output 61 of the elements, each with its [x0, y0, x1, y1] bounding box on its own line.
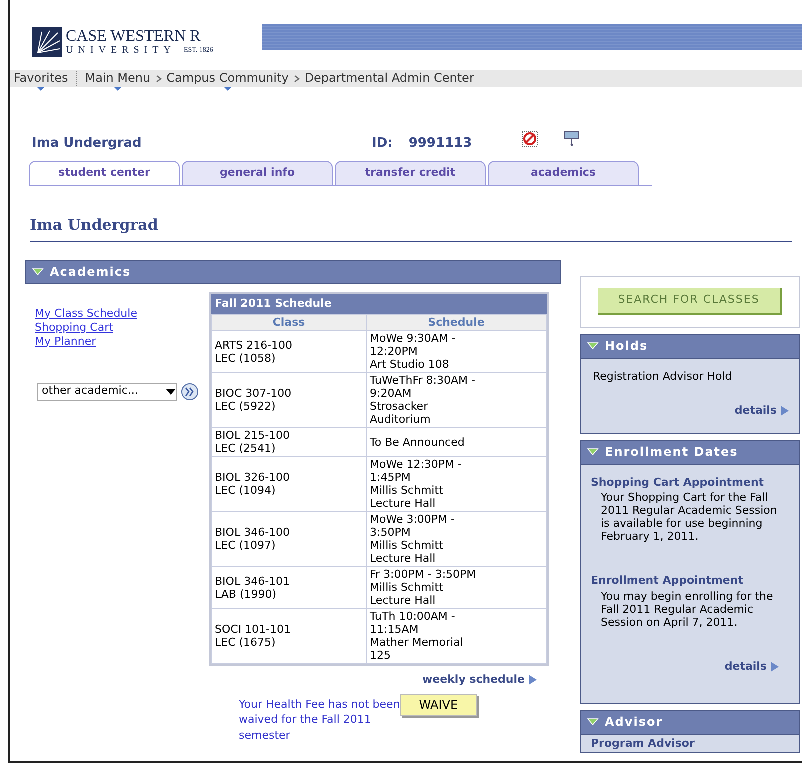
table-cell: TuWeThFr 8:30AM - 9:20AM Strosacker Auditorium [366, 372, 546, 428]
caret-icon [166, 388, 176, 394]
weekly-schedule-link[interactable]: weekly schedule [422, 672, 537, 688]
appointment-text: Your Shopping Cart for the Fall 2011 Regular Academic Session is available for use beginning February 1, 2011. [600, 491, 778, 543]
appointment-title: Shopping Cart Appointment [591, 474, 766, 490]
student-name: Ima Undergrad [32, 135, 143, 154]
table-cell: BIOL 215-100 LEC (2541) [212, 428, 366, 456]
table-cell: Fr 3:00PM - 3:50PM Millis Schmitt Lecture Hall [366, 566, 546, 608]
id-label: ID: [372, 135, 393, 154]
breadcrumb-link[interactable]: Main Menu [81, 70, 155, 92]
panel-title: Holds [605, 338, 648, 355]
no-entry-icon[interactable] [522, 131, 538, 147]
logo-text: CASE WESTERN R [66, 28, 202, 44]
column-header: Class [212, 314, 366, 330]
appointment-text: You may begin enrolling for the Fall 2011 Regular Academic Session on April 7, 2011. [600, 590, 774, 628]
table-cell: MoWe 3:00PM - 3:50PM Millis Schmitt Lecture Hall [366, 512, 546, 566]
sunburst-logo-icon [32, 27, 62, 57]
play-arrow-icon [771, 662, 779, 672]
go-icon[interactable] [181, 382, 199, 400]
table-cell: BIOL 346-101 LAB (1990) [212, 566, 366, 608]
details-link[interactable]: details [734, 403, 789, 420]
chevron-icon [154, 74, 163, 84]
section-title: Academics [50, 264, 132, 280]
table-cell: BIOL 326-100 LEC (1094) [212, 456, 366, 512]
table-cell: BIOL 346-100 LEC (1097) [212, 512, 366, 566]
logo-subtitle: UNIVERSITY [66, 44, 176, 56]
waive-button[interactable]: WAIVE [400, 694, 478, 716]
presentation-board-icon[interactable] [564, 131, 580, 147]
panel-title: Advisor [605, 714, 664, 731]
breadcrumb-link[interactable]: Favorites [10, 70, 72, 92]
table-cell: TuTh 10:00AM - 11:15AM Mather Memorial 125 [366, 608, 546, 664]
panel-title: Enrollment Dates [605, 444, 738, 461]
table-title: Fall 2011 Schedule [211, 294, 547, 314]
advisor-label: Program Advisor [591, 736, 696, 752]
tab[interactable]: general info [182, 161, 333, 185]
breadcrumb-link[interactable]: Campus Community [162, 70, 293, 92]
table-cell: To Be Announced [366, 428, 546, 456]
tab[interactable]: academics [488, 161, 639, 185]
table-cell: SOCI 101-101 LEC (1675) [212, 608, 366, 664]
breadcrumb-link[interactable]: Departmental Admin Center [300, 70, 478, 92]
tab[interactable]: student center [29, 161, 180, 185]
table-cell: BIOC 307-100 LEC (5922) [212, 372, 366, 428]
nav-link[interactable]: Shopping Cart [35, 320, 209, 334]
chevron-icon [292, 74, 301, 84]
student-id: 9991113 [408, 135, 472, 154]
dropdown-field[interactable]: other academic... [37, 382, 177, 400]
table-cell: ARTS 216-100 LEC (1058) [212, 330, 366, 372]
appointment-title: Enrollment Appointment [591, 573, 744, 589]
tab[interactable]: transfer credit [335, 161, 486, 185]
search-button[interactable]: SEARCH FOR CLASSES [598, 288, 782, 315]
nav-link[interactable]: My Class Schedule [35, 306, 209, 320]
table-cell: MoWe 9:30AM - 12:20PM Art Studio 108 [366, 330, 546, 372]
play-arrow-icon [781, 406, 789, 416]
nav-link[interactable]: My Planner [35, 334, 209, 348]
play-arrow-icon [529, 675, 537, 686]
page-title: Ima Undergrad [30, 215, 160, 236]
hold-item: Registration Advisor Hold [593, 368, 734, 384]
column-header: Schedule [366, 314, 546, 330]
details-link[interactable]: details [724, 658, 779, 675]
health-fee-message: semester [239, 728, 292, 742]
table-cell: MoWe 12:30PM - 1:45PM Millis Schmitt Lecture Hall [366, 456, 546, 512]
